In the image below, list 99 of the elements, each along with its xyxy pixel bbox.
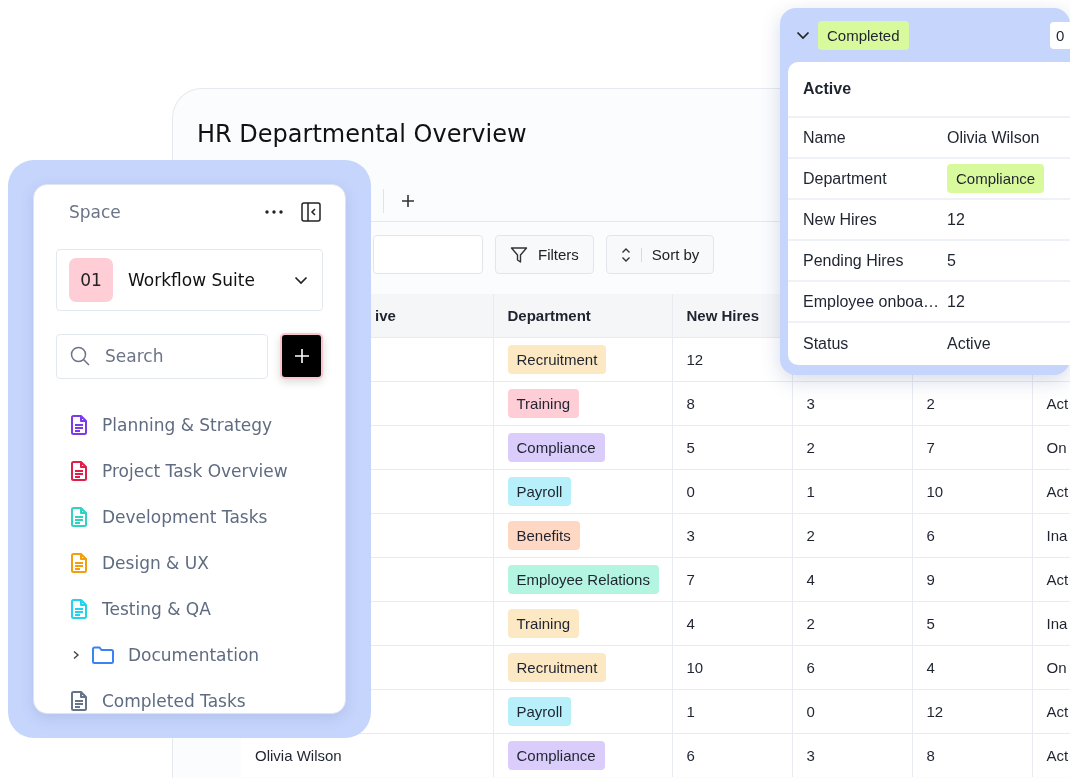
table-cell: 4 — [672, 601, 792, 645]
more-button[interactable] — [263, 208, 285, 216]
document-icon — [70, 415, 88, 435]
search-icon — [70, 345, 90, 366]
table-cell: 9 — [912, 557, 1032, 601]
table-cell: 1 — [792, 469, 912, 513]
document-icon — [70, 553, 88, 573]
workspace-selector[interactable]: 01 Workflow Suite — [56, 249, 323, 311]
plus-icon — [292, 347, 311, 365]
document-icon — [70, 507, 88, 527]
table-cell: 2 — [792, 601, 912, 645]
add-button[interactable] — [280, 333, 323, 379]
field-label: Pending Hires — [803, 251, 905, 270]
table-cell: 6 — [792, 645, 912, 689]
page-title: HR Departmental Overview — [197, 119, 527, 150]
table-cell: 2 — [792, 513, 912, 557]
field-label: Name — [803, 128, 847, 147]
more-icon — [265, 210, 283, 214]
table-cell: 5 — [672, 425, 792, 469]
sidebar-toggle-icon — [301, 202, 321, 222]
table-cell: 2 — [912, 381, 1032, 425]
table-cell: 3 — [792, 381, 912, 425]
table-cell: On — [1032, 425, 1070, 469]
table-cell: Ina — [1032, 513, 1070, 557]
section-label: Space — [69, 202, 122, 222]
field-label: Employee onboa… — [803, 292, 941, 311]
chevron-down-icon — [294, 275, 308, 285]
workspace-badge: 01 — [69, 258, 113, 302]
table-cell: 12 — [912, 689, 1032, 733]
table-cell: On — [1032, 645, 1070, 689]
folder-icon — [92, 646, 114, 664]
table-cell: 3 — [672, 513, 792, 557]
table-cell: 6 — [672, 733, 792, 777]
table-cell: Act — [1032, 557, 1070, 601]
sort-button[interactable]: Sort by — [605, 235, 715, 274]
table-cell: 0 — [672, 469, 792, 513]
table-cell: 4 — [912, 645, 1032, 689]
department-tag: Employee Relations — [507, 564, 659, 594]
field-value: Olivia Wilson — [947, 128, 1040, 147]
table-cell: 7 — [912, 425, 1032, 469]
field-value: 12 — [947, 210, 965, 229]
input-field[interactable] — [373, 235, 483, 274]
field-value: 12 — [947, 292, 965, 311]
status-tag: Completed — [818, 20, 909, 50]
collapse-sidebar-button[interactable] — [299, 200, 323, 224]
table-cell: Ina — [1032, 601, 1070, 645]
department-tag: Compliance — [507, 740, 605, 770]
document-icon — [70, 461, 88, 481]
column-header: Department — [493, 294, 672, 337]
table-cell: 1 — [672, 689, 792, 733]
department-tag: Payroll — [507, 696, 572, 726]
table-cell: Act — [1032, 689, 1070, 733]
sidebar-item[interactable]: Completed Tasks — [56, 678, 323, 713]
sidebar-item[interactable]: Testing & QA — [56, 586, 323, 632]
table-cell: Act — [1032, 733, 1070, 777]
table-cell: 12 — [672, 337, 792, 381]
table-cell: Act — [1032, 469, 1070, 513]
sort-icon — [620, 246, 631, 263]
department-tag: Compliance — [507, 432, 605, 462]
table-cell: 5 — [912, 601, 1032, 645]
table-cell: 4 — [792, 557, 912, 601]
department-tag: Training — [507, 388, 580, 418]
document-icon — [70, 691, 88, 711]
count-field: 0 — [1050, 21, 1070, 49]
sidebar-item[interactable]: Planning & Strategy — [56, 402, 323, 448]
table-cell: 8 — [912, 733, 1032, 777]
sidebar-item[interactable]: Development Tasks — [56, 494, 323, 540]
table-cell: Olivia Wilson — [241, 733, 493, 777]
department-tag: Compliance — [947, 164, 1045, 193]
filter-button[interactable]: Filters — [495, 235, 594, 274]
search-field[interactable]: Search — [56, 333, 268, 379]
department-tag: Payroll — [507, 476, 572, 506]
document-icon — [70, 599, 88, 619]
department-tag: Recruitment — [507, 652, 607, 682]
table-cell: 8 — [672, 381, 792, 425]
sidebar-item[interactable]: Design & UX — [56, 540, 323, 586]
record-heading: Active — [788, 62, 1070, 118]
table-cell: 0 — [792, 689, 912, 733]
sidebar-item[interactable]: Documentation — [56, 632, 323, 678]
plus-icon — [400, 193, 416, 209]
department-tag: Training — [507, 608, 580, 638]
expand-toggle[interactable] — [796, 30, 810, 40]
sidebar-item[interactable]: Project Task Overview — [56, 448, 323, 494]
department-tag: Benefits — [507, 520, 580, 550]
field-value: Active — [947, 334, 991, 353]
workspace-name: Workflow Suite — [128, 270, 256, 290]
table-cell: 7 — [672, 557, 792, 601]
department-tag: Recruitment — [507, 344, 607, 374]
table-cell: Act — [1032, 381, 1070, 425]
field-label: New Hires — [803, 210, 878, 229]
table-cell: 10 — [912, 469, 1032, 513]
table-cell: 10 — [672, 645, 792, 689]
table-cell: 6 — [912, 513, 1032, 557]
field-label: Department — [803, 169, 888, 188]
table-cell: 2 — [792, 425, 912, 469]
table-cell: 3 — [792, 733, 912, 777]
field-value: 5 — [947, 251, 956, 270]
filter-icon — [510, 245, 528, 264]
field-label: Status — [803, 334, 850, 353]
